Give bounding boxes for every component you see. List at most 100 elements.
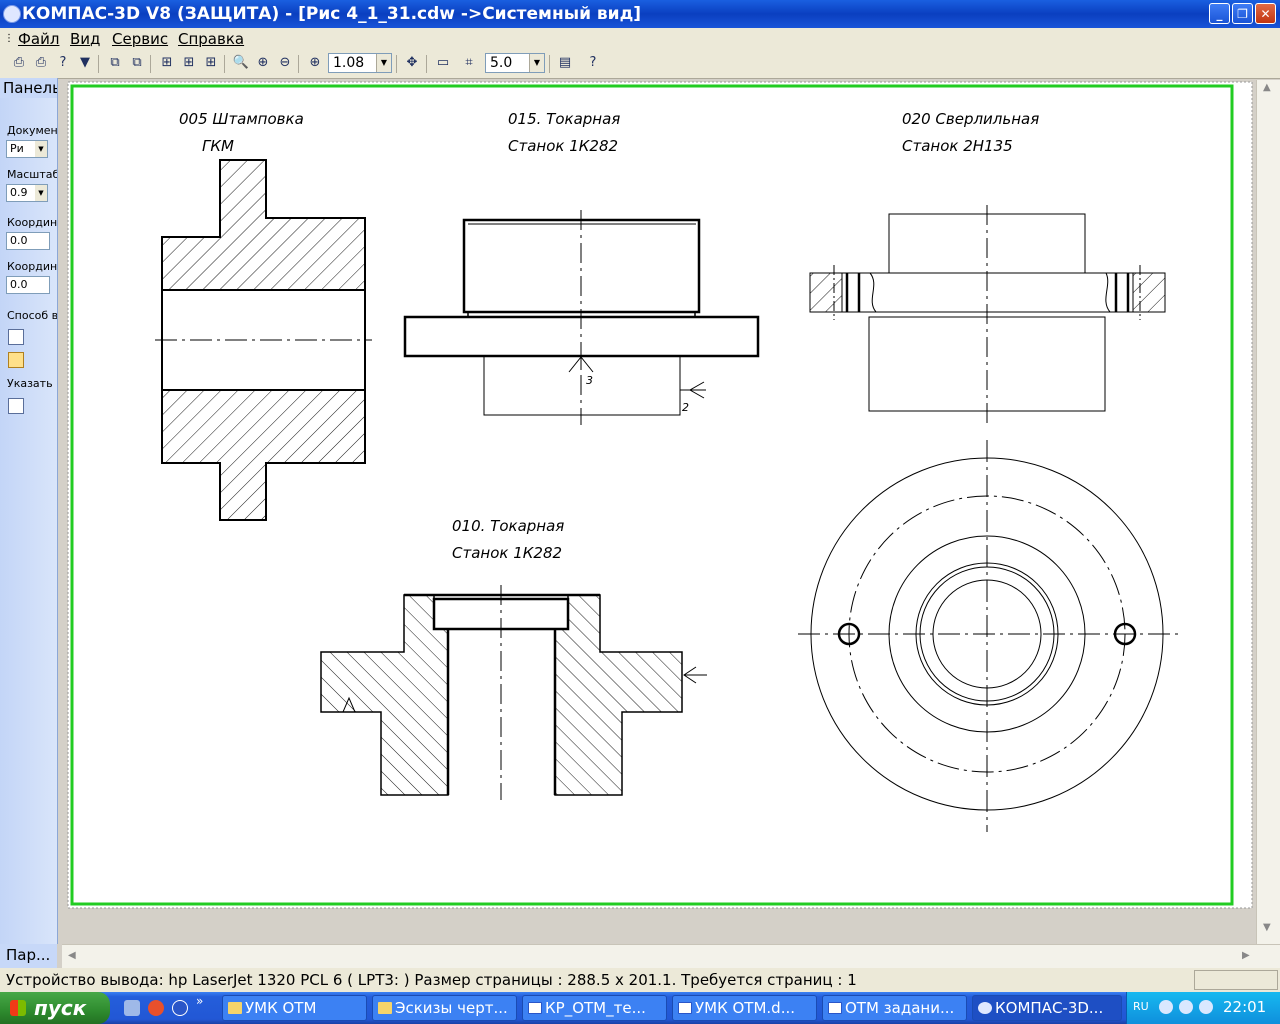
show-all-icon[interactable]: ▭ — [434, 54, 452, 72]
system-tray: RU 22:01 — [1126, 992, 1280, 1024]
method-label: Способ в — [7, 309, 58, 322]
status-bar: Устройство вывода: hp LaserJet 1320 PCL … — [0, 968, 1280, 992]
zoom-in-icon[interactable]: ⊕ — [254, 54, 272, 72]
zoom-out-icon[interactable]: ⊖ — [276, 54, 294, 72]
toolbar-separator — [150, 55, 151, 73]
chevron-down-icon[interactable]: ▼ — [376, 54, 391, 72]
print-preview-icon[interactable]: ⎙ — [32, 54, 50, 72]
point-select-icon[interactable] — [8, 398, 24, 414]
filter-icon[interactable]: ▼ — [76, 54, 94, 72]
layout-grid-icon[interactable]: ⊞ — [158, 54, 176, 72]
title-bar: КОМПАС-3D V8 (ЗАЩИТА) - [Рис 4_1_31.cdw … — [0, 0, 1280, 28]
drawing-area[interactable] — [62, 80, 1256, 944]
word-document-icon — [678, 1002, 692, 1014]
task-label: УМК ОТМ.d... — [695, 999, 796, 1017]
pan-icon[interactable]: ✥ — [403, 54, 421, 72]
properties-panel: Панель Докумен Ри ▼ Масштаб 0.9 ▼ Коорди… — [0, 78, 58, 944]
word-document-icon — [528, 1002, 542, 1014]
clock: 22:01 — [1223, 998, 1267, 1016]
word-document-icon — [828, 1002, 842, 1014]
method-page-icon[interactable] — [8, 352, 24, 368]
step-combo[interactable]: 5.0 ▼ — [485, 53, 545, 73]
quicklaunch-chevron-icon[interactable]: » — [196, 994, 203, 1008]
menu-service[interactable]: Сервис — [112, 30, 168, 48]
task-eskizy[interactable]: Эскизы черт... — [372, 995, 517, 1021]
minimize-button[interactable]: _ — [1209, 3, 1230, 24]
task-umk-otm[interactable]: УМК ОТМ — [222, 995, 367, 1021]
menu-view[interactable]: Вид — [70, 30, 100, 48]
taskbar: пуск » УМК ОТМ Эскизы черт... КР_ОТМ_те.… — [0, 992, 1280, 1024]
document-label: Докумен — [7, 124, 58, 137]
status-text: Устройство вывода: hp LaserJet 1320 PCL … — [6, 971, 857, 989]
vertical-scrollbar[interactable]: ▲ ▼ — [1256, 80, 1280, 944]
volume-icon[interactable] — [1199, 1000, 1213, 1014]
layout-columns-icon[interactable]: ⊞ — [180, 54, 198, 72]
info-icon[interactable] — [172, 1000, 188, 1016]
library-icon[interactable]: ▤ — [556, 54, 574, 72]
show-desktop-icon[interactable] — [124, 1000, 140, 1016]
scale-combo[interactable]: 0.9 ▼ — [6, 184, 48, 202]
scroll-right-icon[interactable]: ▶ — [1242, 950, 1250, 961]
task-umk-otm-doc[interactable]: УМК ОТМ.d... — [672, 995, 817, 1021]
step-value: 5.0 — [490, 55, 513, 71]
network-icon[interactable] — [1179, 1000, 1193, 1014]
scroll-left-icon[interactable]: ◀ — [68, 950, 76, 961]
task-kompas-3d[interactable]: КОМПАС-3D... — [972, 995, 1122, 1021]
scale-value: 0.9 — [10, 186, 28, 199]
menu-help[interactable]: Справка — [178, 30, 244, 48]
toolbar-separator — [396, 55, 397, 73]
context-help-icon[interactable]: ? — [584, 54, 602, 72]
zoom-value: 1.08 — [333, 55, 365, 71]
coord-y-field[interactable]: 0.0 — [6, 276, 50, 294]
browser-icon[interactable] — [148, 1000, 164, 1016]
task-label: ОТМ задани... — [845, 999, 955, 1017]
parameters-tab[interactable]: Пар... — [0, 944, 57, 968]
method-single-icon[interactable] — [8, 329, 24, 345]
task-kr-otm[interactable]: КР_ОТМ_те... — [522, 995, 667, 1021]
tray-arrow-icon[interactable] — [1159, 1000, 1173, 1014]
folder-icon — [378, 1002, 392, 1014]
zoom-combo[interactable]: 1.08 ▼ — [328, 53, 392, 73]
paste-objects-icon[interactable]: ⧉ — [128, 54, 146, 72]
close-button[interactable]: ✕ — [1255, 3, 1276, 24]
task-otm-zadanie[interactable]: ОТМ задани... — [822, 995, 967, 1021]
menu-file[interactable]: Файл — [18, 30, 59, 48]
maximize-button[interactable]: ❐ — [1232, 3, 1253, 24]
zoom-window-icon[interactable]: 🔍 — [232, 54, 250, 72]
coord-x-label: Координ — [7, 216, 58, 229]
help-doc-icon[interactable]: ? — [54, 54, 72, 72]
chevron-down-icon[interactable]: ▼ — [529, 54, 544, 72]
point-label: Указать — [7, 377, 53, 390]
grid-step-icon[interactable]: ⌗ — [460, 54, 478, 72]
toolbar-separator — [298, 55, 299, 73]
task-label: Эскизы черт... — [395, 999, 508, 1017]
scroll-down-icon[interactable]: ▼ — [1263, 922, 1271, 933]
document-value: Ри — [10, 142, 24, 155]
coord-y-label: Координ — [7, 260, 58, 273]
task-label: УМК ОТМ — [245, 999, 317, 1017]
toolbar: ⎙ ⎙ ? ▼ ⧉ ⧉ ⊞ ⊞ ⊞ 🔍 ⊕ ⊖ ⊕ 1.08 ▼ ✥ ▭ ⌗ 5… — [0, 50, 1280, 79]
coord-y-value: 0.0 — [10, 278, 28, 291]
menu-bar: ⋮ Файл Вид Сервис Справка — [0, 28, 1280, 50]
start-label: пуск — [34, 996, 87, 1020]
status-pane — [1194, 970, 1278, 990]
kompas-app-icon — [978, 1002, 992, 1014]
horizontal-scrollbar[interactable]: ◀ ▶ — [62, 944, 1280, 969]
folder-icon — [228, 1002, 242, 1014]
start-button[interactable]: пуск — [0, 992, 110, 1024]
toolbar-separator — [549, 55, 550, 73]
windows-logo-icon — [10, 1000, 26, 1016]
panel-header: Панель — [0, 78, 57, 98]
copy-objects-icon[interactable]: ⧉ — [106, 54, 124, 72]
chevron-down-icon[interactable]: ▼ — [35, 141, 47, 157]
chevron-down-icon[interactable]: ▼ — [35, 185, 47, 201]
coord-x-field[interactable]: 0.0 — [6, 232, 50, 250]
layout-rows-icon[interactable]: ⊞ — [202, 54, 220, 72]
language-indicator[interactable]: RU — [1133, 1000, 1149, 1013]
print-icon[interactable]: ⎙ — [10, 54, 28, 72]
scroll-up-icon[interactable]: ▲ — [1263, 82, 1271, 93]
task-label: КР_ОТМ_те... — [545, 999, 646, 1017]
zoom-scale-icon[interactable]: ⊕ — [306, 54, 324, 72]
grip-icon: ⋮ — [4, 33, 14, 44]
document-combo[interactable]: Ри ▼ — [6, 140, 48, 158]
